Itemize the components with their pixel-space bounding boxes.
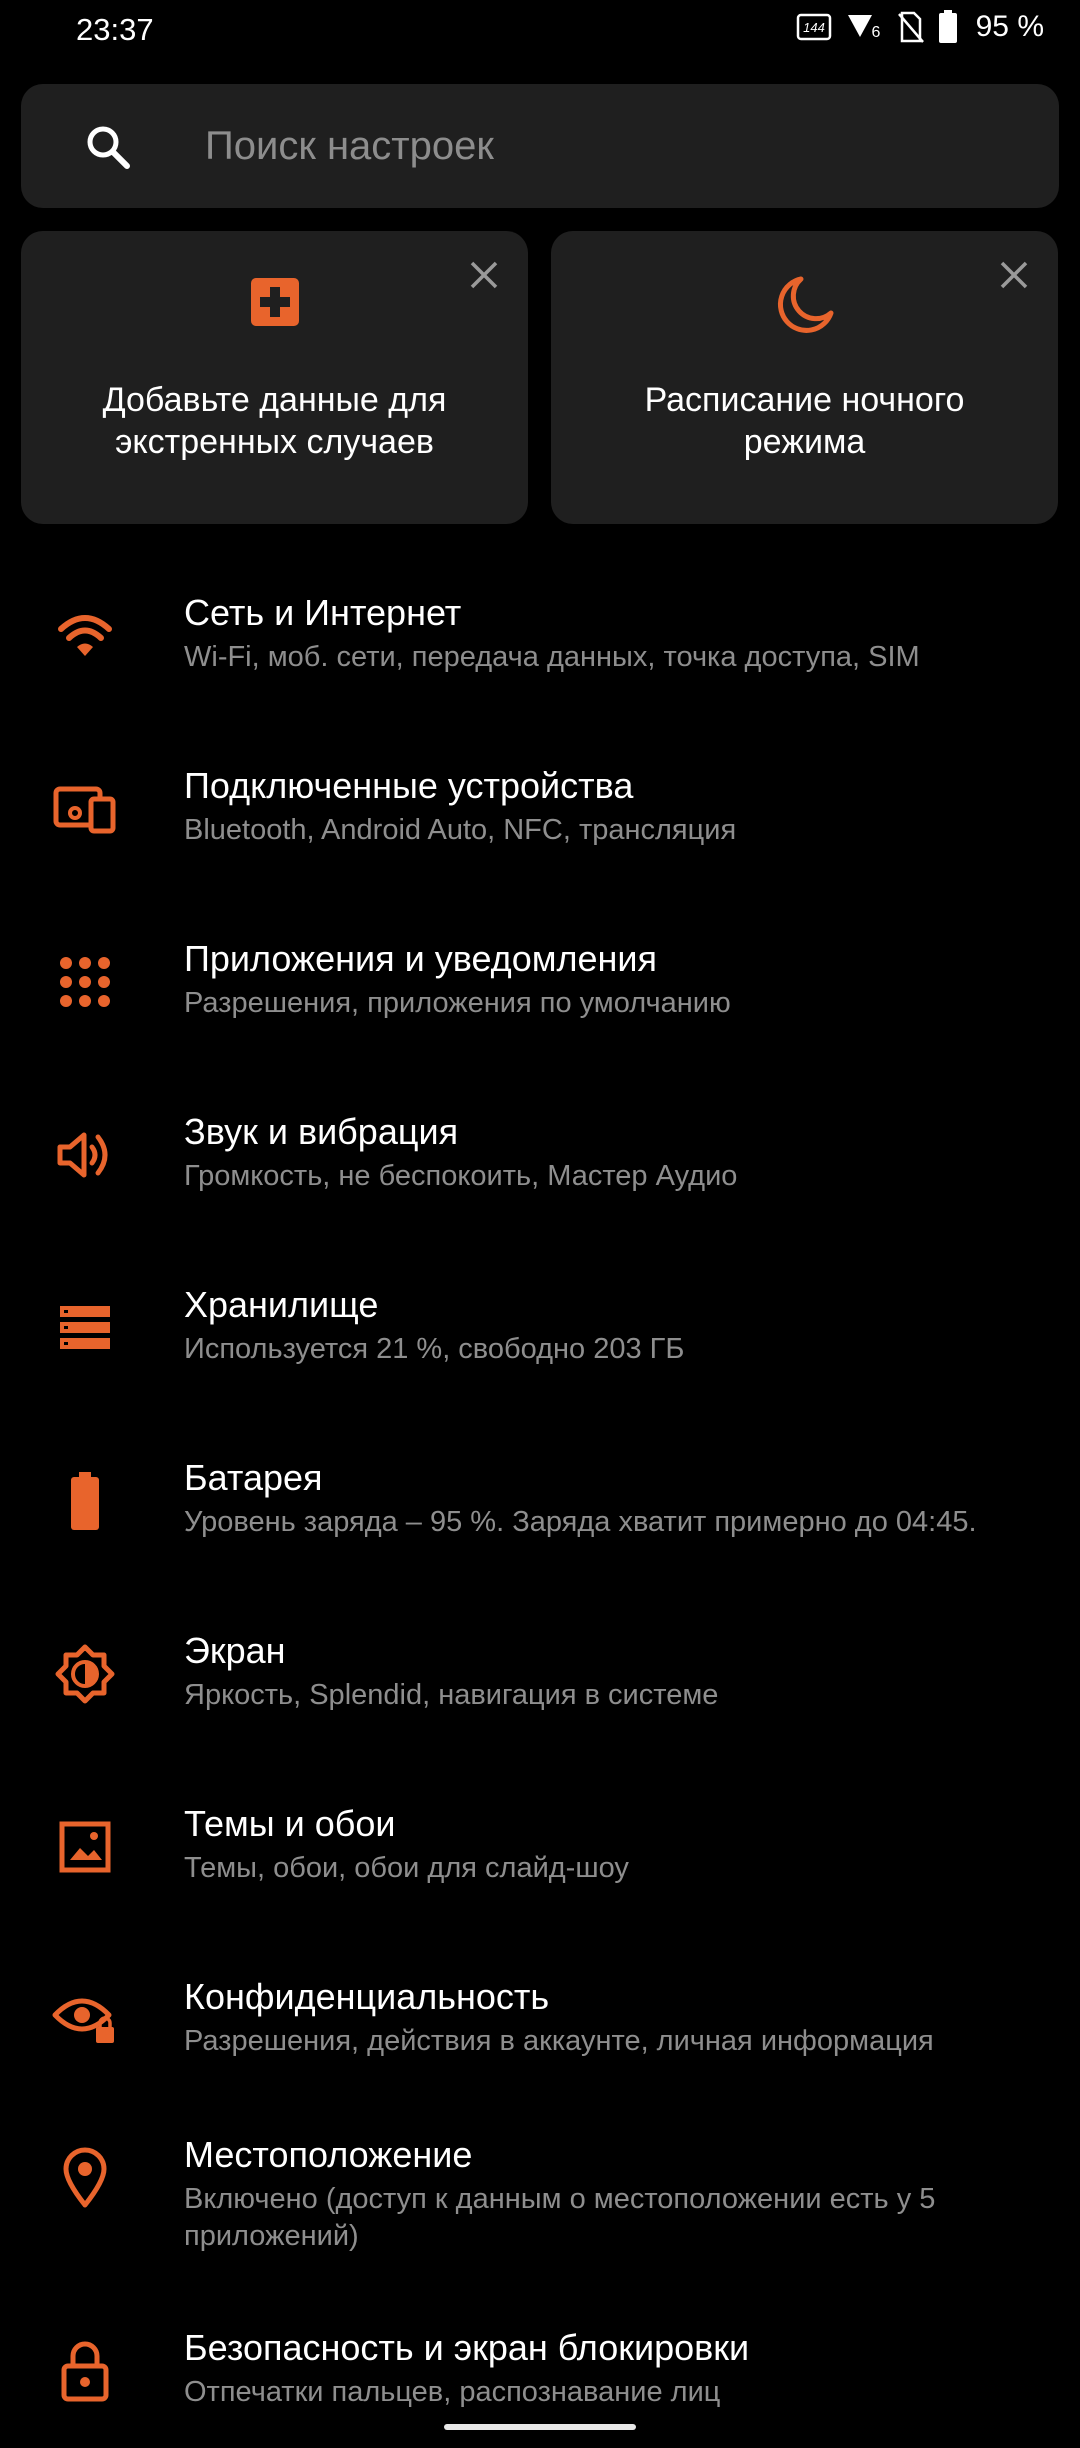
search-placeholder: Поиск настроек (205, 124, 494, 168)
status-icons: 144 6 95 % (796, 10, 1044, 44)
item-subtitle: Яркость, Splendid, навигация в системе (184, 1679, 719, 1711)
location-pin-icon (50, 2143, 120, 2213)
item-title: Сеть и Интернет (184, 592, 462, 633)
signal-network-label: 6 (871, 24, 880, 41)
settings-item-location[interactable]: Местоположение Включено (доступ к данным… (0, 2119, 1080, 2312)
item-subtitle: Bluetooth, Android Auto, NFC, трансляция (184, 814, 737, 846)
settings-item-privacy[interactable]: Конфиденциальность Разрешения, действия … (0, 1961, 1080, 2119)
suggestion-card-emergency[interactable]: Добавьте данные для экстренных случаев (21, 231, 528, 524)
wallpaper-icon (50, 1812, 120, 1882)
item-subtitle: Громкость, не беспокоить, Мастер Аудио (184, 1160, 738, 1192)
status-bar: 23:37 144 6 95 % (0, 0, 1080, 64)
home-indicator[interactable] (444, 2424, 636, 2430)
wifi-icon (50, 601, 120, 671)
item-title: Звук и вибрация (184, 1111, 459, 1152)
item-title: Приложения и уведомления (184, 938, 657, 979)
suggestion-card-night-mode[interactable]: Расписание ночного режима (551, 231, 1058, 524)
card-text: Расписание ночного режима (644, 381, 965, 461)
battery-icon (50, 1466, 120, 1536)
settings-item-network[interactable]: Сеть и Интернет Wi-Fi, моб. сети, переда… (0, 577, 1080, 750)
item-subtitle: Wi-Fi, моб. сети, передача данных, точка… (184, 641, 920, 673)
item-title: Хранилище (184, 1284, 379, 1325)
privacy-eye-icon (50, 1985, 120, 2055)
item-subtitle: Разрешения, приложения по умолчанию (184, 987, 731, 1019)
close-icon[interactable] (996, 257, 1032, 293)
close-icon[interactable] (466, 257, 502, 293)
item-title: Безопасность и экран блокировки (184, 2327, 750, 2368)
refresh-rate-label: 144 (803, 20, 825, 35)
item-title: Местоположение (184, 2134, 473, 2175)
item-title: Батарея (184, 1457, 323, 1498)
settings-item-storage[interactable]: Хранилище Используется 21 %, свободно 20… (0, 1269, 1080, 1442)
settings-item-connected-devices[interactable]: Подключенные устройства Bluetooth, Andro… (0, 750, 1080, 923)
item-title: Экран (184, 1630, 286, 1671)
search-bar[interactable]: Поиск настроек (21, 84, 1059, 208)
settings-item-apps[interactable]: Приложения и уведомления Разрешения, при… (0, 923, 1080, 1096)
settings-item-display[interactable]: Экран Яркость, Splendid, навигация в сис… (0, 1615, 1080, 1788)
medical-cross-icon (248, 275, 302, 334)
lock-icon (50, 2336, 120, 2406)
settings-item-sound[interactable]: Звук и вибрация Громкость, не беспокоить… (0, 1096, 1080, 1269)
brightness-icon (50, 1639, 120, 1709)
item-subtitle: Отпечатки пальцев, распознавание лиц (184, 2376, 721, 2408)
settings-list: Сеть и Интернет Wi-Fi, моб. сети, переда… (0, 577, 1080, 2432)
battery-status-icon (938, 10, 958, 44)
signal-icon: 6 (846, 11, 884, 43)
item-subtitle: Используется 21 %, свободно 203 ГБ (184, 1333, 685, 1365)
settings-item-security[interactable]: Безопасность и экран блокировки Отпечатк… (0, 2312, 1080, 2432)
item-subtitle: Темы, обои, обои для слайд-шоу (184, 1852, 629, 1884)
moon-icon (775, 275, 835, 340)
storage-icon (50, 1293, 120, 1363)
apps-grid-icon (50, 947, 120, 1017)
refresh-rate-icon: 144 (796, 12, 832, 42)
item-subtitle: Уровень заряда – 95 %. Заряда хватит при… (184, 1506, 977, 1538)
item-subtitle: Включено (доступ к данным о местоположен… (184, 2183, 936, 2252)
item-title: Подключенные устройства (184, 765, 634, 806)
settings-item-battery[interactable]: Батарея Уровень заряда – 95 %. Заряда хв… (0, 1442, 1080, 1615)
item-title: Конфиденциальность (184, 1976, 550, 2017)
devices-icon (50, 774, 120, 844)
volume-icon (50, 1120, 120, 1190)
status-time: 23:37 (76, 12, 154, 47)
battery-percent: 95 % (975, 10, 1044, 43)
search-icon (85, 124, 131, 175)
item-title: Темы и обои (184, 1803, 396, 1844)
settings-item-themes[interactable]: Темы и обои Темы, обои, обои для слайд-ш… (0, 1788, 1080, 1961)
no-sim-icon (897, 11, 924, 43)
item-subtitle: Разрешения, действия в аккаунте, личная … (184, 2025, 934, 2057)
card-text: Добавьте данные для экстренных случаев (102, 381, 447, 461)
